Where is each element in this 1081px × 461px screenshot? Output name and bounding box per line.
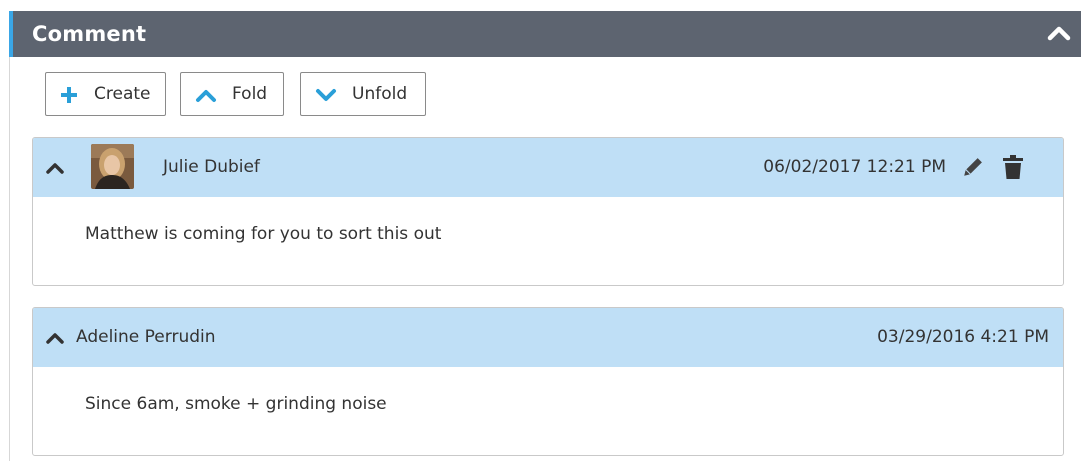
pencil-icon[interactable]: [960, 156, 984, 180]
chevron-up-icon[interactable]: [45, 158, 65, 178]
comment-author: Adeline Perrudin: [76, 327, 216, 347]
comment-text: Since 6am, smoke + grinding noise: [85, 394, 387, 414]
comment-author: Julie Dubief: [163, 157, 260, 177]
comment-panel: Comment Create Fold Unfold Julie Dubief …: [0, 0, 1081, 461]
avatar: [91, 144, 134, 189]
unfold-button-label: Unfold: [352, 84, 408, 104]
comment-date: 06/02/2017 12:21 PM: [763, 157, 946, 177]
chevron-up-icon[interactable]: [45, 328, 65, 348]
plus-icon: [60, 86, 78, 104]
panel-header[interactable]: Comment: [9, 11, 1081, 57]
fold-button[interactable]: Fold: [180, 72, 284, 116]
create-button-label: Create: [94, 84, 151, 104]
chevron-down-icon: [315, 86, 336, 104]
fold-button-label: Fold: [232, 84, 268, 104]
panel-border: [9, 57, 10, 461]
trash-icon[interactable]: [1002, 154, 1024, 180]
unfold-button[interactable]: Unfold: [300, 72, 426, 116]
comment-card: Adeline Perrudin 03/29/2016 4:21 PM Sinc…: [32, 307, 1064, 456]
panel-title: Comment: [32, 22, 147, 46]
comment-header[interactable]: Adeline Perrudin 03/29/2016 4:21 PM: [33, 308, 1063, 367]
create-button[interactable]: Create: [45, 72, 166, 116]
chevron-up-icon: [195, 86, 216, 104]
comment-header[interactable]: Julie Dubief 06/02/2017 12:21 PM: [33, 138, 1063, 197]
comment-date: 03/29/2016 4:21 PM: [877, 327, 1049, 347]
comment-text: Matthew is coming for you to sort this o…: [85, 224, 442, 244]
comment-card: Julie Dubief 06/02/2017 12:21 PM Matthew: [32, 137, 1064, 286]
chevron-up-icon[interactable]: [1045, 20, 1073, 48]
